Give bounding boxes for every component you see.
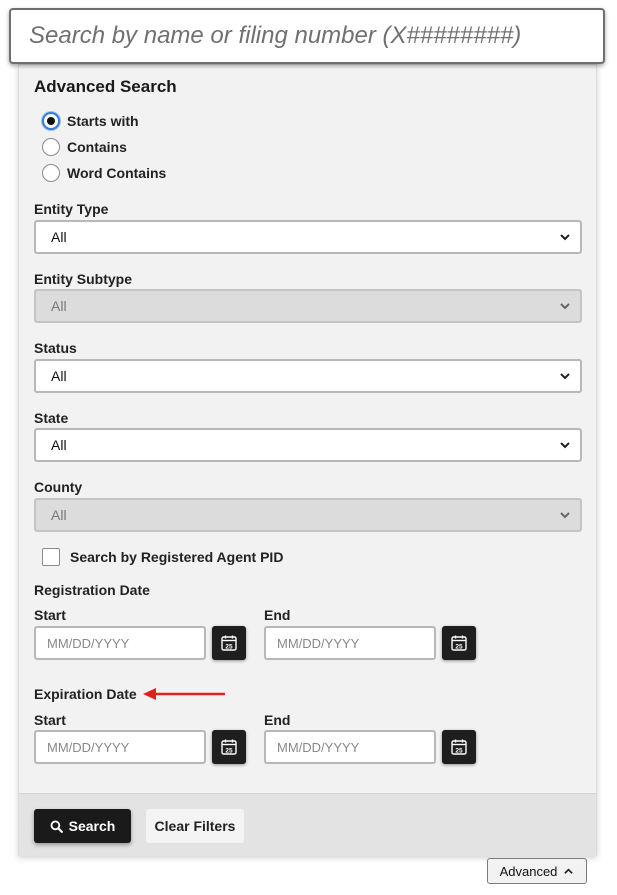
radio-icon[interactable] <box>42 164 60 182</box>
radio-checked-icon[interactable] <box>42 112 60 130</box>
registered-agent-checkbox-row[interactable]: Search by Registered Agent PID <box>42 548 283 566</box>
entity-subtype-label: Entity Subtype <box>34 271 133 287</box>
entity-type-value: All <box>51 229 67 245</box>
chevron-down-icon <box>560 234 570 241</box>
clear-filters-button[interactable]: Clear Filters <box>146 809 244 843</box>
panel-footer: Search Clear Filters <box>19 793 596 856</box>
calendar-day: 25 <box>455 643 463 650</box>
registration-date-label: Registration Date <box>34 582 150 598</box>
radio-contains[interactable]: Contains <box>42 138 127 156</box>
search-box[interactable] <box>9 8 605 64</box>
expiration-end-calendar-button[interactable]: 25 <box>442 730 476 764</box>
expiration-date-label: Expiration Date <box>34 686 137 702</box>
radio-icon[interactable] <box>42 138 60 156</box>
status-select[interactable]: All <box>34 359 582 393</box>
advanced-search-panel: Advanced Search Starts with Contains Wor… <box>18 64 597 856</box>
status-value: All <box>51 368 67 384</box>
registered-agent-checkbox[interactable] <box>42 548 60 566</box>
panel-title: Advanced Search <box>34 77 177 96</box>
chevron-up-icon <box>564 867 574 874</box>
calendar-icon: 25 <box>221 635 237 651</box>
clear-filters-label: Clear Filters <box>154 818 236 834</box>
calendar-icon: 25 <box>221 739 237 755</box>
search-button[interactable]: Search <box>34 809 131 843</box>
date-placeholder: MM/DD/YYYY <box>277 635 360 651</box>
search-button-label: Search <box>68 818 116 834</box>
expiration-start-calendar-button[interactable]: 25 <box>212 730 246 764</box>
expiration-start-input[interactable]: MM/DD/YYYY <box>34 730 206 764</box>
county-label: County <box>34 479 83 495</box>
radio-word-contains[interactable]: Word Contains <box>42 164 166 182</box>
radio-label: Contains <box>67 139 127 155</box>
entity-type-select[interactable]: All <box>34 220 582 254</box>
state-label: State <box>34 410 69 426</box>
advanced-toggle-button[interactable]: Advanced <box>487 858 587 884</box>
calendar-day: 25 <box>455 747 463 754</box>
registration-start-calendar-button[interactable]: 25 <box>212 626 246 660</box>
chevron-down-icon <box>560 303 570 310</box>
radio-label: Word Contains <box>67 165 167 181</box>
search-input[interactable] <box>27 21 603 51</box>
date-placeholder: MM/DD/YYYY <box>47 739 130 755</box>
county-select: All <box>34 498 582 532</box>
chevron-down-icon <box>560 442 570 449</box>
registered-agent-label: Search by Registered Agent PID <box>70 549 284 565</box>
entity-subtype-value: All <box>51 298 67 314</box>
registration-end-label: End <box>264 607 291 623</box>
search-icon <box>50 820 63 833</box>
county-value: All <box>51 507 67 523</box>
registration-end-calendar-button[interactable]: 25 <box>442 626 476 660</box>
chevron-down-icon <box>560 373 570 380</box>
expiration-end-label: End <box>264 712 291 728</box>
calendar-icon: 25 <box>451 635 467 651</box>
state-select[interactable]: All <box>34 428 582 462</box>
calendar-icon: 25 <box>451 739 467 755</box>
registration-start-input[interactable]: MM/DD/YYYY <box>34 626 206 660</box>
advanced-toggle-label: Advanced <box>499 863 558 879</box>
entity-subtype-select: All <box>34 289 582 323</box>
chevron-down-icon <box>560 512 570 519</box>
expiration-end-input[interactable]: MM/DD/YYYY <box>264 730 436 764</box>
calendar-day: 25 <box>225 747 233 754</box>
radio-label: Starts with <box>67 113 139 129</box>
registration-start-label: Start <box>34 607 66 623</box>
expiration-start-label: Start <box>34 712 66 728</box>
status-label: Status <box>34 340 77 356</box>
red-arrow-annotation <box>143 688 225 700</box>
date-placeholder: MM/DD/YYYY <box>47 635 130 651</box>
date-placeholder: MM/DD/YYYY <box>277 739 360 755</box>
calendar-day: 25 <box>225 643 233 650</box>
radio-starts-with[interactable]: Starts with <box>42 112 139 130</box>
entity-type-label: Entity Type <box>34 201 109 217</box>
registration-end-input[interactable]: MM/DD/YYYY <box>264 626 436 660</box>
state-value: All <box>51 437 67 453</box>
